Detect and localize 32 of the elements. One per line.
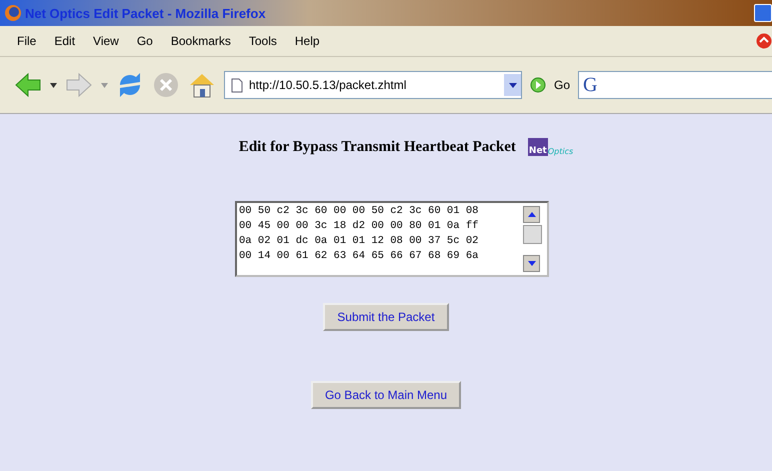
go-label[interactable]: Go bbox=[554, 78, 570, 92]
stop-icon bbox=[152, 71, 180, 99]
scroll-up-button[interactable] bbox=[523, 206, 540, 223]
menu-item[interactable]: Tools bbox=[240, 32, 286, 50]
menu-item[interactable]: File bbox=[8, 32, 46, 50]
main-menu-button[interactable]: Go Back to Main Menu bbox=[310, 381, 462, 409]
address-field[interactable]: http://10.50.5.13/packet.zhtml bbox=[224, 71, 522, 99]
alert-icon[interactable] bbox=[756, 33, 772, 49]
page-heading: Edit for Bypass Transmit Heartbeat Packet bbox=[238, 138, 516, 156]
scroll-thumb[interactable] bbox=[523, 225, 542, 244]
page-icon bbox=[231, 78, 243, 92]
go-icon[interactable] bbox=[530, 77, 546, 93]
company-logo: NetOptics bbox=[528, 138, 574, 156]
caret-icon[interactable] bbox=[50, 82, 57, 88]
window-title: Net Optics Edit Packet - Mozilla Firefox bbox=[25, 6, 266, 20]
menu-item[interactable]: View bbox=[84, 32, 128, 50]
submit-button[interactable]: Submit the Packet bbox=[323, 303, 449, 331]
packet-text-field[interactable]: 00 50 c2 3c 60 00 00 50 c2 3c 60 01 08 00 45 00 00 3c 18 d2 00 00 80 01 0a ff 0a 02 01 dc 0a 01 01 12 08 00 37 5c 02 00 14 00 61 62 63 64 65 66 67 68 69 6a bbox=[235, 201, 549, 277]
menu-item[interactable]: Bookmarks bbox=[162, 32, 240, 50]
browser-logo-icon bbox=[4, 4, 22, 22]
down-arrow-icon bbox=[528, 261, 536, 266]
forward-arrow-icon bbox=[65, 72, 93, 98]
up-arrow-icon bbox=[528, 212, 536, 217]
scroll-down-button[interactable] bbox=[523, 255, 540, 272]
dropdown-arrow-icon[interactable] bbox=[508, 82, 516, 88]
menu-item[interactable]: Edit bbox=[45, 32, 84, 50]
caret-icon bbox=[101, 82, 108, 88]
home-icon[interactable] bbox=[188, 71, 216, 99]
menu-item[interactable]: Help bbox=[286, 32, 329, 50]
back-arrow-icon[interactable] bbox=[14, 72, 42, 98]
menu-item[interactable]: Go bbox=[128, 32, 162, 50]
search-field[interactable]: G bbox=[578, 71, 772, 99]
